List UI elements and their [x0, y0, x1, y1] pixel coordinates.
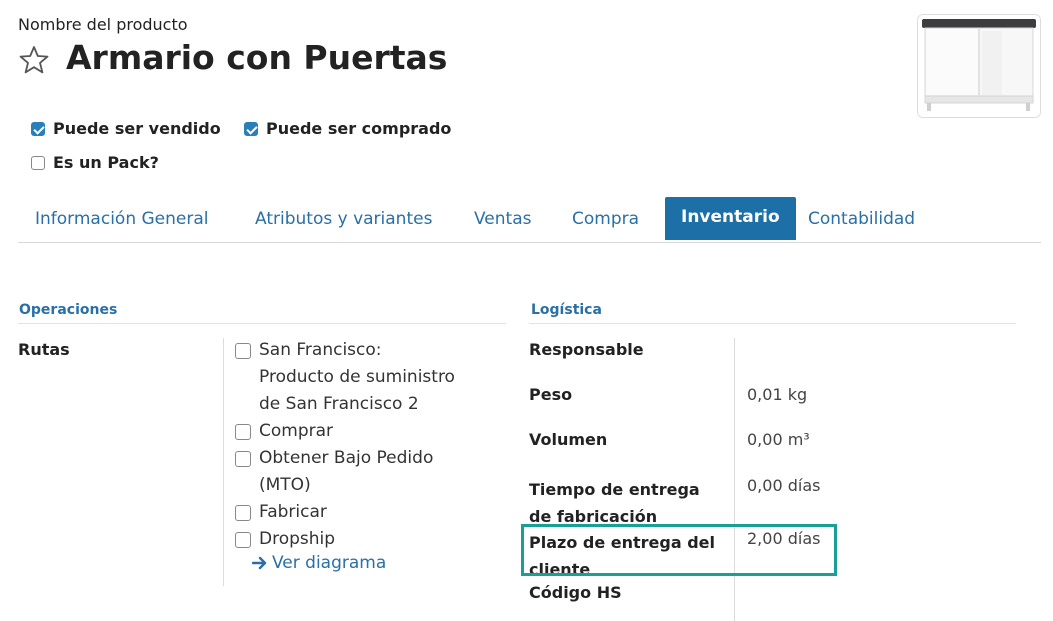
- checkbox-empty-icon[interactable]: [235, 451, 251, 467]
- routes-separator: [223, 338, 224, 586]
- can-be-purchased-label: Puede ser comprado: [266, 119, 452, 138]
- view-diagram-link[interactable]: Ver diagrama: [252, 553, 386, 573]
- customer-lead-time-highlight: [521, 524, 837, 576]
- star-icon[interactable]: [18, 44, 50, 76]
- tab-general-information[interactable]: Información General: [35, 197, 209, 240]
- weight-label: Peso: [529, 385, 573, 404]
- route-label-line: Producto de suministro: [259, 367, 455, 387]
- route-label-line: Dropship: [259, 529, 336, 549]
- volume-field[interactable]: 0,00 m³: [747, 430, 810, 449]
- arrow-right-icon: [252, 556, 267, 570]
- is-pack-label: Es un Pack?: [53, 153, 159, 172]
- tab-inventory[interactable]: Inventario: [665, 197, 796, 240]
- checkbox-checked-icon[interactable]: [244, 121, 258, 136]
- route-label-line: Comprar: [259, 421, 334, 441]
- responsible-label: Responsable: [529, 340, 644, 359]
- tab-sales[interactable]: Ventas: [474, 197, 531, 240]
- route-item-manufacture[interactable]: Fabricar: [235, 499, 505, 526]
- is-pack-checkbox[interactable]: Es un Pack?: [31, 153, 159, 172]
- routes-label: Rutas: [18, 340, 70, 359]
- can-be-sold-label: Puede ser vendido: [53, 119, 221, 138]
- logistics-separator: [734, 338, 735, 621]
- cabinet-image: [918, 15, 1040, 117]
- checkbox-empty-icon[interactable]: [235, 424, 251, 440]
- logistics-divider: [529, 323, 1016, 324]
- checkbox-empty-icon[interactable]: [235, 505, 251, 521]
- route-label-line: Fabricar: [259, 502, 327, 522]
- volume-label: Volumen: [529, 430, 608, 449]
- operations-divider: [18, 323, 506, 324]
- route-item-san-francisco[interactable]: San Francisco: Producto de suministro de…: [235, 337, 505, 418]
- hs-code-field[interactable]: [747, 583, 1007, 605]
- route-label-line: de San Francisco 2: [259, 394, 419, 414]
- manufacturing-lead-time-field[interactable]: 0,00 días: [747, 476, 820, 495]
- responsible-field[interactable]: [747, 340, 1007, 362]
- route-item-mto[interactable]: Obtener Bajo Pedido (MTO): [235, 445, 505, 499]
- route-label-line: Obtener Bajo Pedido: [259, 448, 434, 468]
- weight-field[interactable]: 0,01 kg: [747, 385, 807, 404]
- checkbox-empty-icon[interactable]: [235, 532, 251, 548]
- manufacturing-lead-time-label: Tiempo de entrega de fabricación: [529, 476, 700, 530]
- tab-purchase[interactable]: Compra: [572, 197, 639, 240]
- product-name-label: Nombre del producto: [18, 15, 188, 34]
- logistics-section-title: Logística: [531, 302, 602, 318]
- route-item-buy[interactable]: Comprar: [235, 418, 505, 445]
- checkbox-empty-icon[interactable]: [31, 155, 45, 170]
- route-label-line: San Francisco:: [259, 340, 382, 360]
- route-item-dropship[interactable]: Dropship: [235, 526, 505, 553]
- can-be-purchased-checkbox[interactable]: Puede ser comprado: [244, 119, 451, 138]
- tab-accounting[interactable]: Contabilidad: [808, 197, 915, 240]
- hs-code-label: Código HS: [529, 583, 622, 602]
- checkbox-checked-icon[interactable]: [31, 121, 45, 136]
- view-diagram-label: Ver diagrama: [272, 553, 387, 573]
- product-title[interactable]: Armario con Puertas: [66, 38, 447, 77]
- product-image[interactable]: [917, 14, 1041, 118]
- routes-list: San Francisco: Producto de suministro de…: [235, 337, 505, 553]
- operations-section-title: Operaciones: [19, 302, 118, 318]
- can-be-sold-checkbox[interactable]: Puede ser vendido: [31, 119, 221, 138]
- checkbox-empty-icon[interactable]: [235, 343, 251, 359]
- route-label-line: (MTO): [259, 475, 311, 495]
- tab-attributes-variants[interactable]: Atributos y variantes: [255, 197, 432, 240]
- notebook-tabs: Información General Atributos y variante…: [18, 197, 1041, 243]
- manufacturing-lead-time-label-line: Tiempo de entrega: [529, 480, 700, 499]
